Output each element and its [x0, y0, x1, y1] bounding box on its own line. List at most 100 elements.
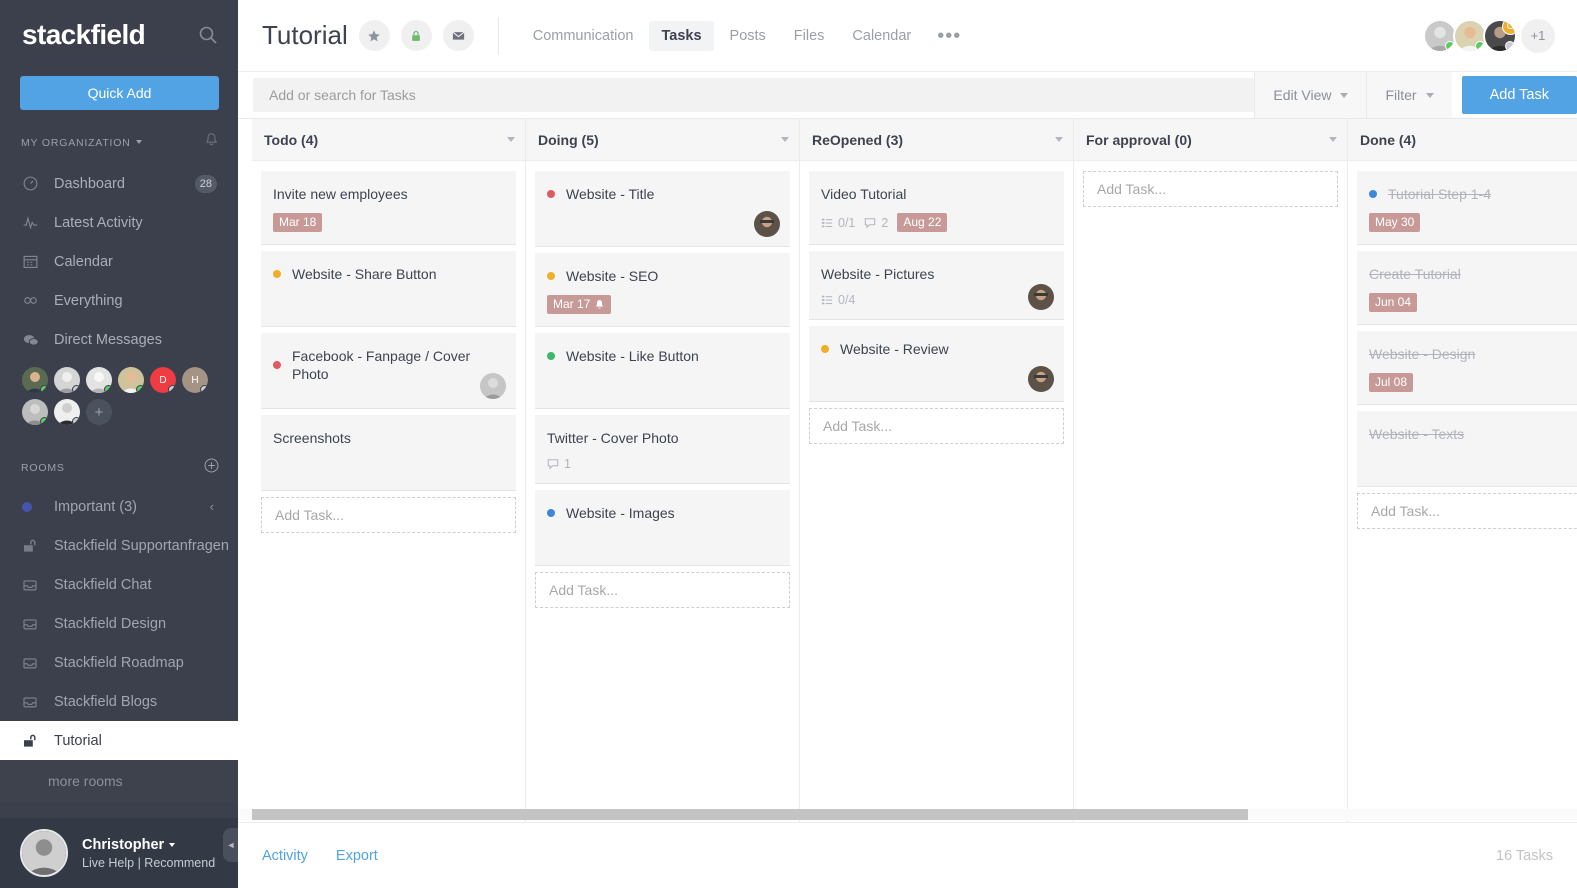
- tab-tasks[interactable]: Tasks: [649, 21, 713, 51]
- sidebar-item-stackfield-roadmap[interactable]: Stackfield Roadmap: [0, 643, 238, 682]
- assignee-avatar[interactable]: [1028, 284, 1054, 310]
- task-card[interactable]: Website - Like Button: [535, 333, 790, 409]
- avatar[interactable]: [1453, 19, 1487, 53]
- task-card[interactable]: Website - Title: [535, 171, 790, 247]
- column-header[interactable]: Todo (4): [252, 119, 525, 161]
- chevron-down-icon[interactable]: [1329, 137, 1337, 142]
- add-task-placeholder[interactable]: Add Task...: [1083, 171, 1338, 207]
- add-task-button[interactable]: Add Task: [1462, 76, 1577, 114]
- sidebar-item-calendar[interactable]: Calendar: [0, 242, 238, 281]
- more-tabs-icon[interactable]: •••: [927, 31, 971, 41]
- add-task-placeholder[interactable]: Add Task...: [535, 572, 790, 608]
- search-input[interactable]: Add or search for Tasks: [253, 78, 1254, 112]
- column-header[interactable]: For approval (0): [1074, 119, 1347, 161]
- tab-calendar[interactable]: Calendar: [840, 21, 923, 51]
- add-task-placeholder[interactable]: Add Task...: [261, 497, 516, 533]
- task-card[interactable]: Website - SEO Mar 17: [535, 253, 790, 327]
- sidebar-item-stackfield-design[interactable]: Stackfield Design: [0, 604, 238, 643]
- task-card[interactable]: Video Tutorial 0/1 2 Aug 22: [809, 171, 1064, 245]
- more-members-button[interactable]: +1: [1521, 19, 1555, 53]
- sidebar-item-dashboard[interactable]: Dashboard 28: [0, 164, 238, 203]
- user-avatar[interactable]: [20, 829, 68, 877]
- search-icon[interactable]: [198, 25, 218, 45]
- avatar[interactable]: [1423, 19, 1457, 53]
- comment-icon: [547, 458, 559, 470]
- card-title: Facebook - Fanpage / Cover Photo: [292, 347, 504, 383]
- tab-files[interactable]: Files: [782, 21, 837, 51]
- task-card[interactable]: Website - Pictures 0/4: [809, 251, 1064, 320]
- edit-view-button[interactable]: Edit View: [1254, 72, 1366, 118]
- invite-button[interactable]: [443, 20, 474, 51]
- add-task-placeholder[interactable]: Add Task...: [809, 408, 1064, 444]
- chevron-down-icon[interactable]: [781, 137, 789, 142]
- user-links[interactable]: Live Help | Recommend: [82, 856, 215, 870]
- export-link[interactable]: Export: [336, 848, 378, 864]
- avatar[interactable]: [118, 367, 144, 393]
- sidebar-item-everything[interactable]: Everything: [0, 281, 238, 320]
- sidebar-item-stackfield-supportanfragen[interactable]: Stackfield Supportanfragen: [0, 526, 238, 565]
- bell-icon[interactable]: [203, 132, 220, 154]
- task-card[interactable]: Website - Images: [535, 490, 790, 566]
- add-task-placeholder[interactable]: Add Task...: [1357, 493, 1577, 529]
- add-person-button[interactable]: +: [86, 399, 112, 425]
- favorite-button[interactable]: [359, 20, 390, 51]
- sidebar-item-stackfield-chat[interactable]: Stackfield Chat: [0, 565, 238, 604]
- card-title: Website - Design: [1369, 345, 1475, 363]
- assignee-avatar[interactable]: [1028, 366, 1054, 392]
- user-name[interactable]: Christopher: [82, 837, 215, 853]
- avatar-initial[interactable]: H: [182, 367, 208, 393]
- room-label: Tutorial: [54, 733, 102, 749]
- sidebar-item-stackfield-blogs[interactable]: Stackfield Blogs: [0, 682, 238, 721]
- privacy-button[interactable]: [401, 20, 432, 51]
- chevron-down-icon[interactable]: [1055, 137, 1063, 142]
- collapse-sidebar-icon[interactable]: ◄: [223, 828, 239, 862]
- assignee-avatar[interactable]: [480, 373, 506, 399]
- column-title: Doing (5): [538, 132, 599, 148]
- avatar[interactable]: [22, 367, 48, 393]
- task-card[interactable]: Website - Design Jul 08: [1357, 331, 1577, 405]
- task-card[interactable]: Facebook - Fanpage / Cover Photo: [261, 333, 516, 409]
- filter-button[interactable]: Filter: [1366, 72, 1451, 118]
- activity-link[interactable]: Activity: [262, 848, 308, 864]
- task-card[interactable]: Website - Share Button: [261, 251, 516, 327]
- organization-selector[interactable]: MY ORGANIZATION: [0, 110, 238, 164]
- sidebar-item-important[interactable]: Important (3) ‹: [0, 487, 238, 526]
- horizontal-scrollbar-thumb[interactable]: [252, 809, 1248, 820]
- avatar[interactable]: [86, 367, 112, 393]
- card-title: Website - SEO: [566, 267, 658, 285]
- sidebar-item-label: Everything: [54, 293, 123, 309]
- user-bar: Christopher Live Help | Recommend ◄: [0, 818, 238, 888]
- task-card[interactable]: Website - Texts: [1357, 411, 1577, 487]
- column-header[interactable]: ReOpened (3): [800, 119, 1073, 161]
- task-card[interactable]: Website - Review: [809, 326, 1064, 402]
- tab-communication[interactable]: Communication: [521, 21, 646, 51]
- board-scroll-area[interactable]: Todo (4) Invite new employees Mar 18 Web…: [238, 119, 1577, 822]
- assignee-avatar[interactable]: [754, 211, 780, 237]
- task-card[interactable]: Create Tutorial Jun 04: [1357, 251, 1577, 325]
- avatar[interactable]: G: [1483, 19, 1517, 53]
- card-title: Website - Like Button: [566, 347, 699, 365]
- task-card[interactable]: Tutorial Step 1-4 May 30: [1357, 171, 1577, 245]
- kanban-board: Todo (4) Invite new employees Mar 18 Web…: [238, 119, 1577, 822]
- task-card[interactable]: Twitter - Cover Photo 1: [535, 415, 790, 484]
- avatar[interactable]: [54, 399, 80, 425]
- plus-circle-icon[interactable]: [203, 457, 220, 479]
- sidebar-item-latest-activity[interactable]: Latest Activity: [0, 203, 238, 242]
- more-rooms-button[interactable]: more rooms: [0, 760, 238, 802]
- priority-dot-icon: [547, 352, 555, 360]
- card-title: Website - Texts: [1369, 425, 1464, 443]
- sidebar-item-direct-messages[interactable]: Direct Messages: [0, 320, 238, 359]
- column-header[interactable]: Doing (5): [526, 119, 799, 161]
- task-card[interactable]: Screenshots: [261, 415, 516, 491]
- sidebar-item-tutorial[interactable]: Tutorial: [0, 721, 238, 760]
- chevron-down-icon[interactable]: [507, 137, 515, 142]
- avatar[interactable]: [22, 399, 48, 425]
- quick-add-button[interactable]: Quick Add: [20, 76, 219, 110]
- board-footer: Activity Export 16 Tasks: [238, 822, 1577, 888]
- avatar-initial[interactable]: D: [150, 367, 176, 393]
- chevron-left-icon[interactable]: ‹: [210, 499, 214, 514]
- tab-posts[interactable]: Posts: [718, 21, 778, 51]
- avatar[interactable]: [54, 367, 80, 393]
- task-card[interactable]: Invite new employees Mar 18: [261, 171, 516, 245]
- column-header[interactable]: Done (4): [1348, 119, 1577, 161]
